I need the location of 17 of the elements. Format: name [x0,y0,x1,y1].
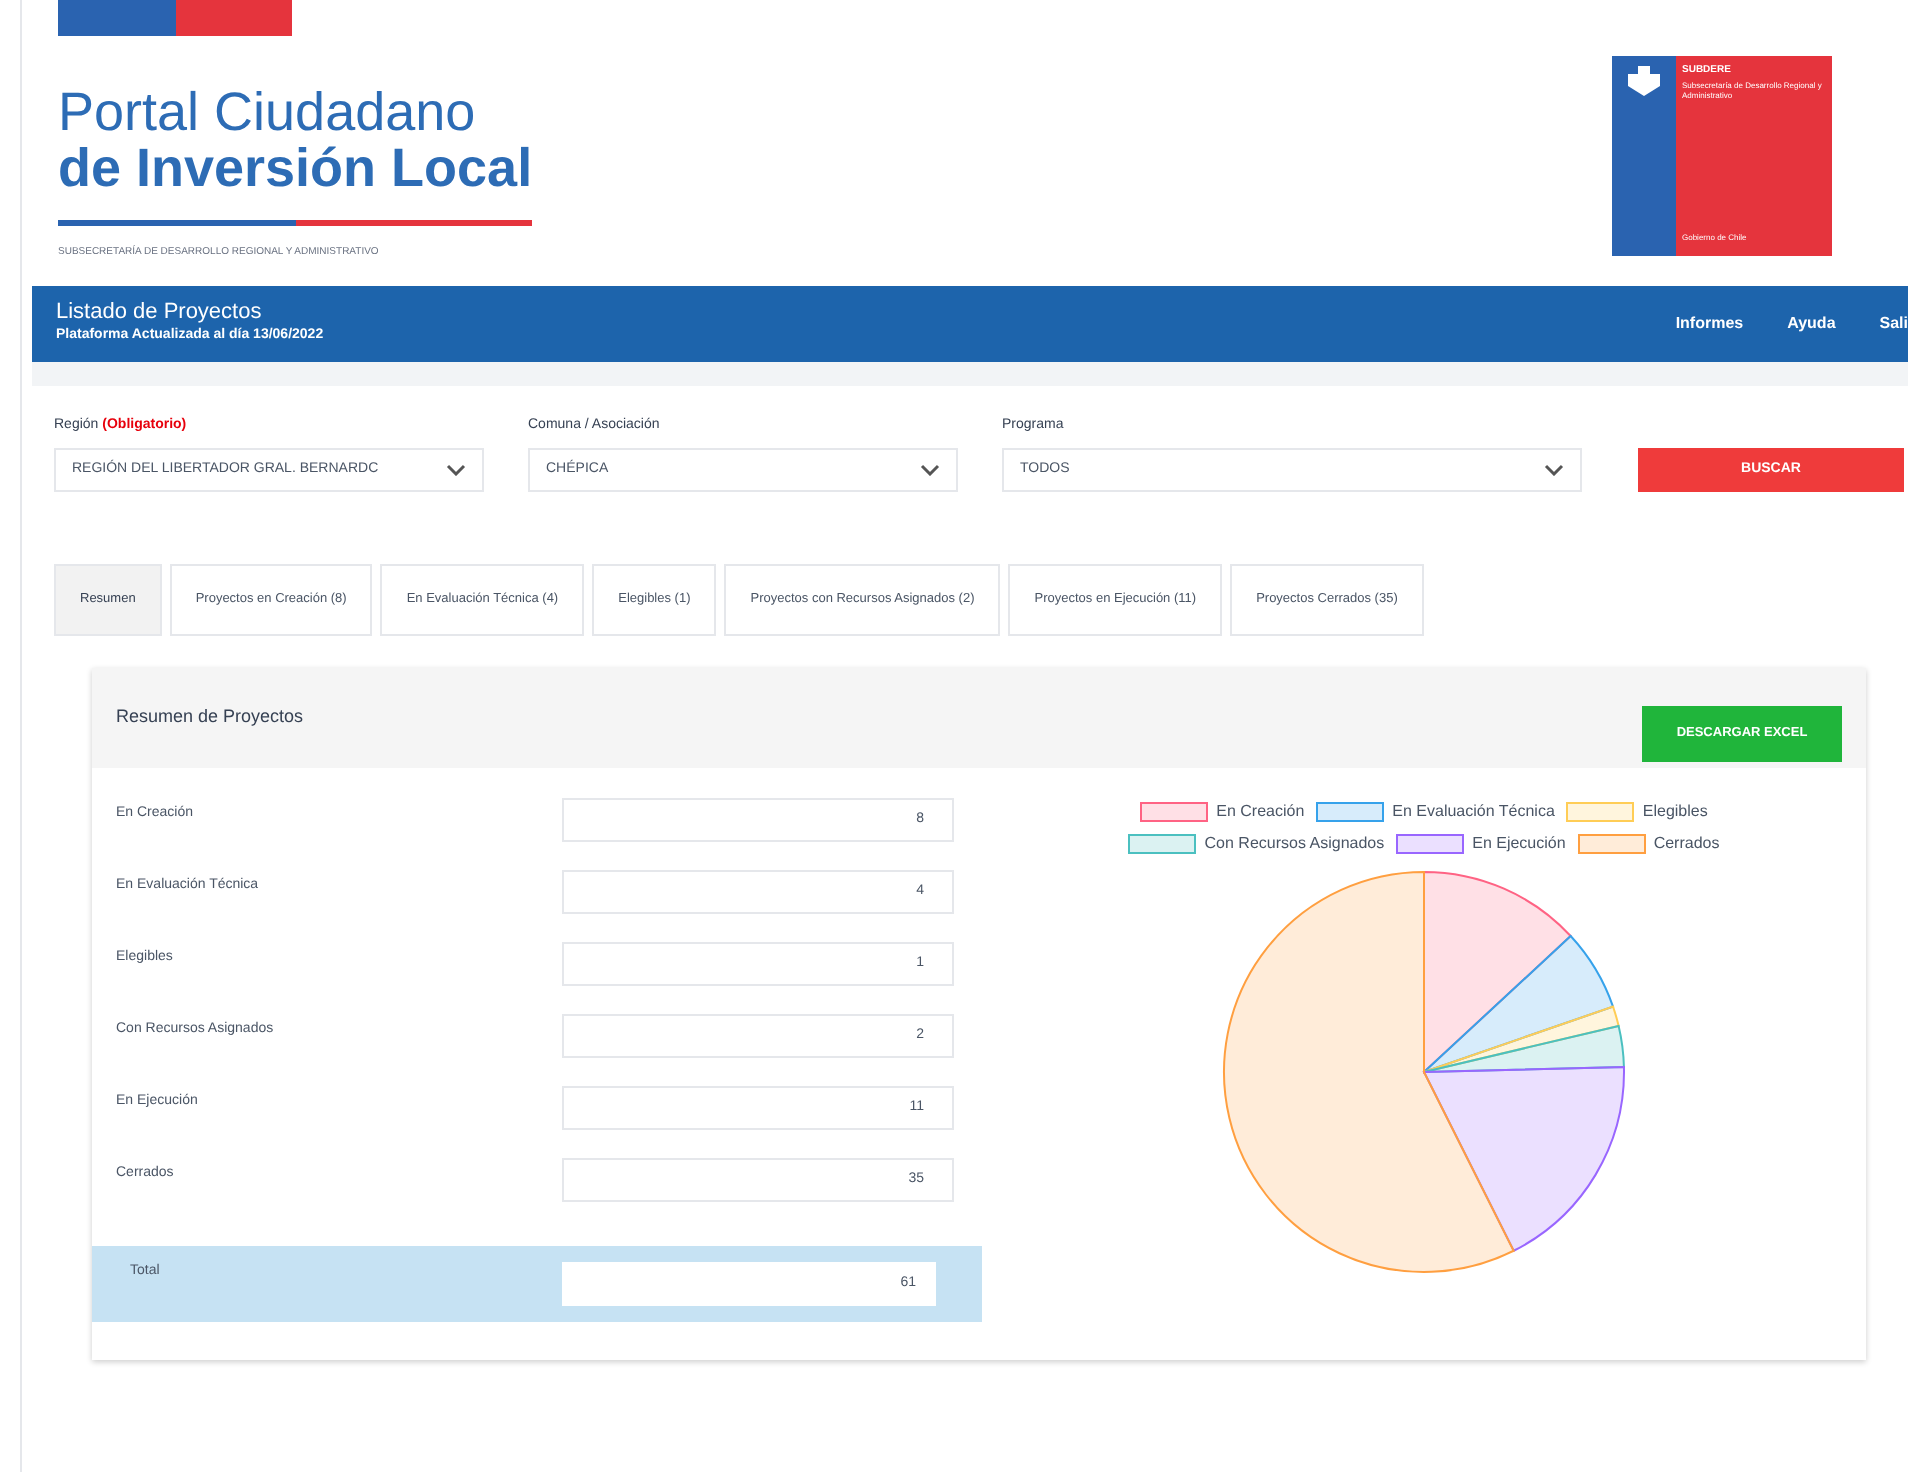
legend-label: Cerrados [1653,832,1720,856]
nav-title: Listado de Proyectos [56,299,264,326]
coat-of-arms-icon [1624,66,1664,98]
panel-title: Resumen de Proyectos [116,704,304,731]
legend-label: Elegibles [1642,800,1708,824]
nav-link[interactable]: Sali [1879,311,1908,335]
nav-link[interactable]: Ayuda [1787,311,1836,335]
legend-label: En Ejecución [1472,832,1566,856]
flag-stripe-icon [58,0,292,36]
caret-icon [1544,464,1564,476]
portal-title: Portal Ciudadano de Inversión Local [58,84,533,196]
legend-label: Con Recursos Asignados [1204,832,1385,856]
nav-link[interactable]: Informes [1675,311,1744,335]
legend-label: En Creación [1216,800,1305,824]
legend-label: En Evaluación Técnica [1392,800,1555,824]
caret-icon [446,464,466,476]
caret-icon [920,464,940,476]
